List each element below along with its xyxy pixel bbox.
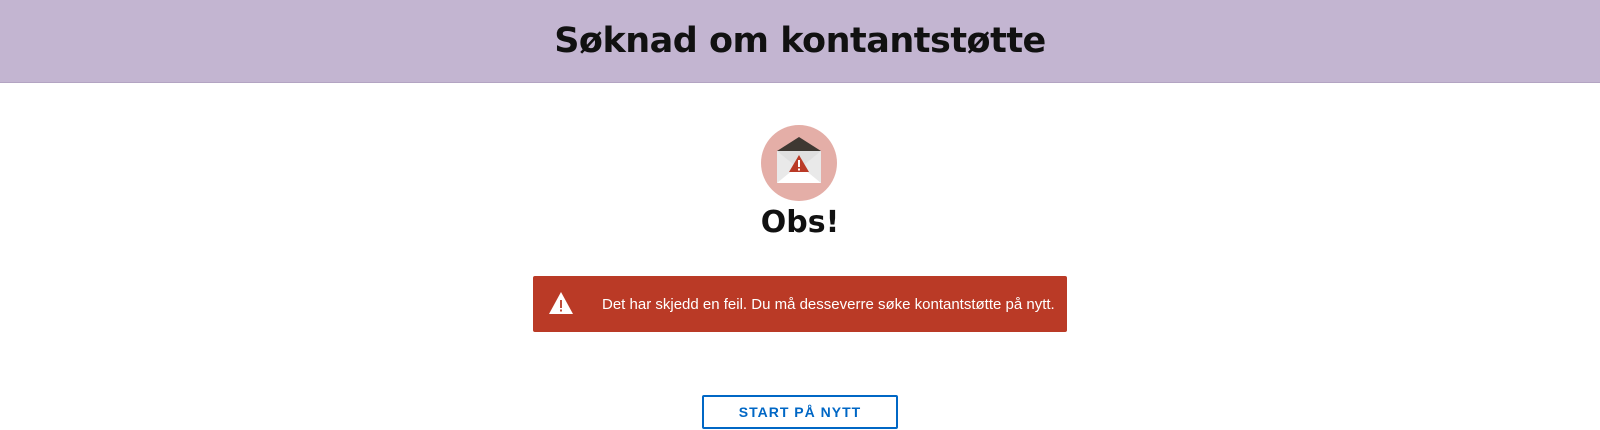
page-heading: Obs!	[760, 205, 840, 240]
error-alert: Det har skjedd en feil. Du må desseverre…	[533, 276, 1067, 332]
envelope-warning-icon	[761, 125, 837, 201]
warning-triangle-icon	[548, 291, 574, 315]
alert-message: Det har skjedd en feil. Du må desseverre…	[602, 295, 1055, 313]
page-header: Søknad om kontantstøtte	[0, 0, 1600, 83]
page-title: Søknad om kontantstøtte	[554, 21, 1046, 61]
restart-button[interactable]: START PÅ NYTT	[702, 395, 898, 429]
